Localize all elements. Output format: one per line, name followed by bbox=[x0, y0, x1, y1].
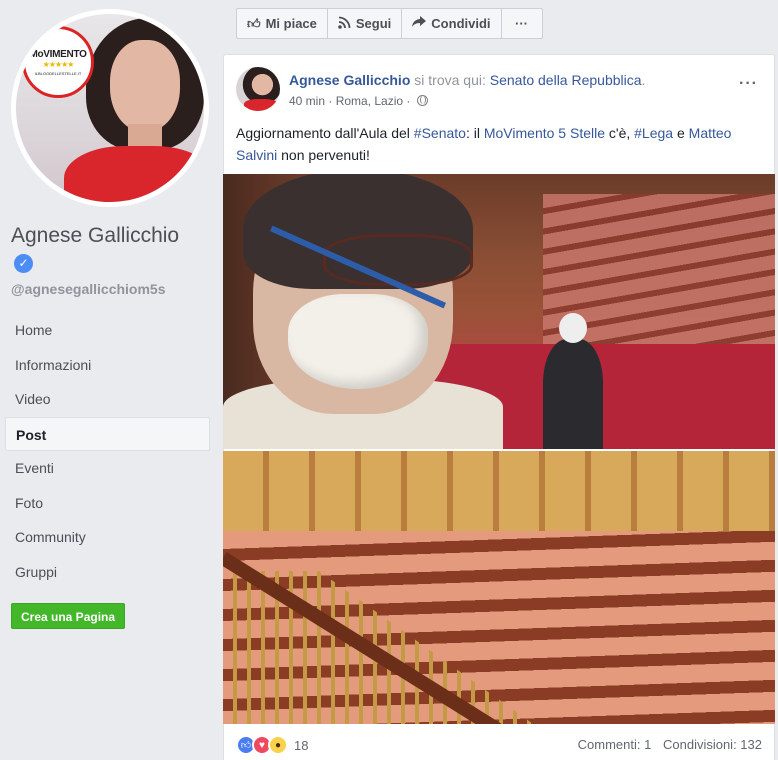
post-header: Agnese Gallicchio si trova qui: Senato d… bbox=[236, 67, 766, 113]
post-text-part: c'è, bbox=[605, 125, 635, 141]
photo-dress bbox=[64, 146, 204, 202]
post-meta: 40 min · Roma, Lazio · bbox=[289, 94, 428, 108]
share-arrow-icon bbox=[412, 16, 427, 31]
nav-item-video[interactable]: Video bbox=[5, 382, 210, 417]
photo-mask bbox=[288, 294, 428, 389]
hashtag-senato[interactable]: #Senato bbox=[414, 125, 466, 141]
post-footer: 👍︎ ♥ ● 18 Commenti: 1 Condivisioni: 132 bbox=[236, 735, 762, 757]
post-author-avatar[interactable] bbox=[236, 67, 280, 111]
create-page-button[interactable]: Crea una Pagina bbox=[11, 603, 126, 629]
more-icon: ··· bbox=[515, 16, 529, 31]
page-title[interactable]: Agnese Gallicchio ✓ bbox=[11, 223, 201, 275]
reactions-count: 18 bbox=[294, 737, 309, 753]
photo-face bbox=[110, 40, 180, 132]
follow-label: Segui bbox=[355, 16, 392, 31]
post-location[interactable]: Roma, Lazio bbox=[336, 94, 403, 108]
post-photo-chamber[interactable] bbox=[223, 451, 775, 724]
photo-person bbox=[543, 313, 603, 449]
globe-icon bbox=[416, 95, 428, 106]
page-sidebar: MoVIMENTO ★★★★★ ILBLOGDELLESTELLE.IT Agn… bbox=[0, 0, 216, 760]
photo-gallery bbox=[223, 451, 775, 541]
engagement-counts: Commenti: 1 Condivisioni: 132 bbox=[578, 737, 762, 752]
more-options-button[interactable]: ··· bbox=[502, 9, 542, 38]
post-text: Aggiornamento dall'Aula del #Senato: il … bbox=[236, 122, 766, 166]
share-page-button[interactable]: Condividi bbox=[402, 9, 502, 38]
share-page-label: Condividi bbox=[431, 16, 491, 31]
profile-picture[interactable]: MoVIMENTO ★★★★★ ILBLOGDELLESTELLE.IT bbox=[11, 9, 209, 207]
nav-item-gruppi[interactable]: Gruppi bbox=[5, 555, 210, 590]
logo-stars: ★★★★★ bbox=[42, 59, 75, 69]
link-movimento[interactable]: MoVimento 5 Stelle bbox=[484, 125, 605, 141]
comments-count[interactable]: Commenti: 1 bbox=[578, 737, 652, 752]
nav-item-post[interactable]: Post bbox=[5, 416, 210, 451]
logo-word: MoVIMENTO bbox=[29, 48, 87, 60]
post-more-icon[interactable]: ··· bbox=[739, 75, 758, 93]
post-author-link[interactable]: Agnese Gallicchio bbox=[289, 72, 410, 88]
like-page-button[interactable]: 👍︎ Mi piace bbox=[237, 9, 328, 38]
rss-icon bbox=[338, 16, 351, 32]
nav-item-home[interactable]: Home bbox=[5, 313, 210, 348]
movimento-logo: MoVIMENTO ★★★★★ ILBLOGDELLESTELLE.IT bbox=[22, 26, 94, 98]
follow-button[interactable]: Segui bbox=[328, 9, 403, 38]
page-name-text: Agnese Gallicchio bbox=[11, 224, 180, 247]
nav-item-community[interactable]: Community bbox=[5, 520, 210, 555]
page-handle[interactable]: @agnesegallicchiom5s bbox=[11, 281, 166, 297]
nav-item-foto[interactable]: Foto bbox=[5, 486, 210, 521]
nav-item-informazioni[interactable]: Informazioni bbox=[5, 348, 210, 383]
page-nav: Home Informazioni Video Post Eventi Foto… bbox=[5, 313, 210, 589]
hashtag-lega[interactable]: #Lega bbox=[634, 125, 673, 141]
post-text-part: e bbox=[673, 125, 689, 141]
post-text-part: non pervenuti! bbox=[277, 147, 370, 163]
profile-photo: MoVIMENTO ★★★★★ ILBLOGDELLESTELLE.IT bbox=[16, 14, 204, 202]
post-text-part: : il bbox=[465, 125, 484, 141]
place-link[interactable]: Senato della Repubblica bbox=[490, 72, 642, 88]
nav-item-eventi[interactable]: Eventi bbox=[5, 451, 210, 486]
page-action-bar: 👍︎ Mi piace Segui Condividi ··· bbox=[236, 8, 543, 39]
checkin-text: si trova qui: bbox=[414, 72, 486, 88]
post-card: Agnese Gallicchio si trova qui: Senato d… bbox=[223, 54, 775, 760]
post-time[interactable]: 40 min bbox=[289, 94, 325, 108]
place-suffix: . bbox=[641, 72, 646, 88]
post-text-part: Aggiornamento dall'Aula del bbox=[236, 125, 414, 141]
reactions-summary[interactable]: 👍︎ ♥ ● 18 bbox=[236, 735, 308, 755]
logo-url: ILBLOGDELLESTELLE.IT bbox=[34, 70, 82, 76]
like-page-label: Mi piace bbox=[265, 16, 317, 31]
post-title: Agnese Gallicchio si trova qui: Senato d… bbox=[289, 72, 645, 88]
verified-icon: ✓ bbox=[14, 254, 33, 273]
thumbs-up-icon: 👍︎ bbox=[247, 15, 261, 31]
shares-count[interactable]: Condivisioni: 132 bbox=[663, 737, 762, 752]
wow-reaction-icon: ● bbox=[268, 735, 288, 755]
post-photo-selfie[interactable] bbox=[223, 174, 775, 449]
